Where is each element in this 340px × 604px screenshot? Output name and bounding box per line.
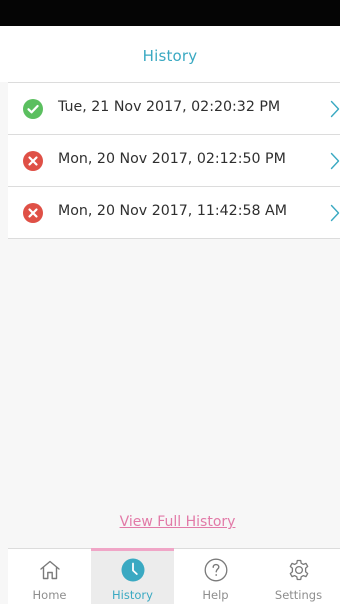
history-date-label: Tue, 21 Nov 2017, 02:20:32 PM [58,99,281,115]
view-full-history-link[interactable]: View Full History [0,514,340,530]
history-row[interactable]: Mon, 20 Nov 2017, 11:42:58 AM [8,187,340,239]
history-date-label: Mon, 20 Nov 2017, 11:42:58 AM [58,203,287,219]
question-icon [204,558,227,582]
clock-icon [121,558,144,582]
history-date-label: Mon, 20 Nov 2017, 02:12:50 PM [58,151,286,167]
tab-settings-label: Settings [274,588,323,602]
chevron-right-icon [330,100,340,118]
history-row[interactable]: Tue, 21 Nov 2017, 02:20:32 PM [8,83,340,135]
chevron-right-icon [330,152,340,170]
chevron-right-icon [330,204,340,222]
page-title: History [142,47,198,65]
status-bar [0,0,340,26]
history-row[interactable]: Mon, 20 Nov 2017, 02:12:50 PM [8,135,340,187]
gear-icon [289,559,308,581]
home-icon [39,560,60,580]
check-circle-icon [23,99,43,119]
tab-history[interactable]: History [91,548,174,604]
x-circle-icon [23,203,43,223]
x-circle-icon [23,151,43,171]
tab-help-label: Help [202,588,229,602]
tab-help[interactable]: Help [174,549,257,604]
tab-settings[interactable]: Settings [257,549,340,604]
tab-bar: Home History Help Settings [8,548,340,604]
tab-home-label: Home [32,588,67,602]
history-list: Tue, 21 Nov 2017, 02:20:32 PM Mon, 20 No… [8,82,340,239]
tab-home[interactable]: Home [8,549,91,604]
tab-history-label: History [112,588,153,602]
